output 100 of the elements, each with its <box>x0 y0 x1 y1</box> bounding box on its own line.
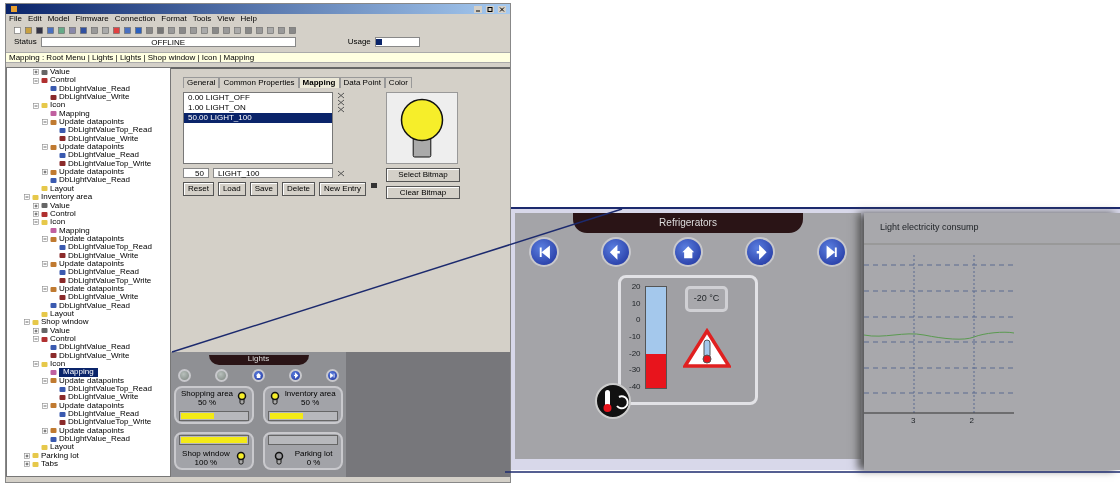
tree-item[interactable]: Mapping <box>59 368 98 377</box>
collapse-icon[interactable] <box>42 261 48 268</box>
collapse-icon[interactable] <box>24 319 30 326</box>
tree-item[interactable]: DbLightValue_Read <box>68 151 139 160</box>
tree-item[interactable]: Value <box>50 68 70 77</box>
tree-item[interactable]: Update datapoints <box>59 284 124 294</box>
tree-item[interactable]: Inventory area <box>41 193 93 202</box>
menu-item[interactable]: View <box>214 15 238 23</box>
tree-item[interactable]: DbLightValue_Read <box>59 343 130 352</box>
tree-item[interactable]: DbLightValueTop_Read <box>68 126 152 135</box>
tree-item[interactable]: DbLightValueTop_Write <box>68 159 152 169</box>
tab[interactable]: Data Point <box>339 77 385 88</box>
tree-item[interactable]: DbLightValue_Read <box>59 301 130 310</box>
value-field[interactable]: 50 <box>183 168 209 178</box>
tree-item[interactable]: Control <box>50 76 76 85</box>
tree-item[interactable]: DbLightValue_Read <box>68 410 139 419</box>
breadcrumb-path[interactable]: Mapping : Root Menu | Lights | Lights | Shop window | Icon | Mapping <box>6 52 510 63</box>
collapse-icon[interactable] <box>33 361 39 368</box>
tree-item[interactable]: DbLightValue_Read <box>59 84 130 94</box>
tree-item[interactable]: DbLightValue_Write <box>68 251 139 260</box>
button[interactable]: Delete <box>281 182 316 196</box>
tab[interactable]: General <box>183 77 220 88</box>
expand-icon[interactable] <box>42 169 48 176</box>
next-button[interactable] <box>745 237 775 267</box>
tree-item[interactable]: Update datapoints <box>59 118 124 127</box>
collapse-icon[interactable] <box>33 336 39 343</box>
maximize-icon[interactable] <box>486 5 494 13</box>
list-item[interactable]: 1.00 LIGHT_ON <box>184 103 332 113</box>
menu-item[interactable]: Format <box>158 15 190 23</box>
tree-item[interactable]: Icon <box>50 101 66 110</box>
minimize-icon[interactable] <box>474 5 482 13</box>
close-icon[interactable] <box>498 5 506 13</box>
tree-item[interactable]: Tabs <box>41 460 58 469</box>
tree-item[interactable]: Icon <box>50 218 66 227</box>
next-button[interactable] <box>289 369 302 382</box>
tree-item[interactable]: Icon <box>50 360 66 369</box>
tree-item[interactable]: DbLightValueTop_Read <box>68 385 152 394</box>
button[interactable]: Save <box>249 182 278 196</box>
collapse-icon[interactable] <box>33 77 39 84</box>
name-field[interactable]: LIGHT_100 <box>213 168 333 178</box>
tree-item[interactable]: DbLightValueTop_Write <box>68 276 152 285</box>
tree-item[interactable]: DbLightValue_Read <box>68 268 139 277</box>
expand-icon[interactable] <box>24 461 30 468</box>
expand-icon[interactable] <box>33 202 39 209</box>
last-page-button[interactable] <box>817 237 847 267</box>
tree-item[interactable]: DbLightValue_Read <box>59 435 130 444</box>
thermometer-refresh-icon[interactable] <box>595 383 631 419</box>
tree-item[interactable]: Update datapoints <box>59 168 124 177</box>
tree-item[interactable]: DbLightValueTop_Read <box>68 243 152 252</box>
collapse-icon[interactable] <box>42 236 48 243</box>
menu-item[interactable]: Model <box>44 15 73 23</box>
home-button[interactable] <box>673 237 703 267</box>
tree-item[interactable]: DbLightValue_Write <box>68 134 139 144</box>
menu-item[interactable]: Connection <box>111 15 159 23</box>
menu-item[interactable]: Firmware <box>72 15 112 23</box>
tree-item[interactable]: Control <box>50 209 76 219</box>
tab[interactable]: Color <box>384 77 412 88</box>
expand-icon[interactable] <box>42 427 48 434</box>
tree-item[interactable]: Update datapoints <box>59 259 124 269</box>
collapse-icon[interactable] <box>33 102 39 109</box>
tree-item[interactable]: DbLightValueTop_Write <box>68 418 152 427</box>
expand-icon[interactable] <box>33 211 39 217</box>
tree-item[interactable]: Layout <box>50 309 75 319</box>
tab[interactable]: Common Properties <box>219 77 299 88</box>
tree-item[interactable]: DbLightValue_Write <box>59 93 130 102</box>
tree-item[interactable]: DbLightValue_Write <box>68 293 139 302</box>
collapse-icon[interactable] <box>42 286 48 293</box>
collapse-icon[interactable] <box>42 144 48 151</box>
tree-item[interactable]: Update datapoints <box>59 426 124 436</box>
list-item[interactable]: 0.00 LIGHT_OFF <box>184 93 332 103</box>
collapse-icon[interactable] <box>42 402 48 409</box>
tree-item[interactable]: Mapping <box>59 109 90 119</box>
last-page-button[interactable] <box>326 369 339 382</box>
tree-item[interactable]: Value <box>50 201 70 210</box>
collapse-icon[interactable] <box>33 219 39 226</box>
menu-item[interactable]: Tools <box>189 15 215 23</box>
tree-item[interactable]: Parking lot <box>41 451 79 461</box>
menu-item[interactable]: File <box>6 15 25 23</box>
tree-item[interactable]: Layout <box>50 443 75 452</box>
tree-item[interactable]: Update datapoints <box>59 234 124 244</box>
tab[interactable]: Mapping <box>298 77 340 88</box>
tree-item[interactable]: Control <box>50 335 76 344</box>
expand-icon[interactable] <box>24 453 30 459</box>
button[interactable]: Load <box>217 182 246 196</box>
tree-item[interactable]: Layout <box>50 184 75 194</box>
button[interactable]: Select Bitmap <box>385 168 460 182</box>
tree-item[interactable]: DbLightValue_Write <box>59 351 130 361</box>
expand-icon[interactable] <box>33 69 39 76</box>
menu-item[interactable]: Edit <box>24 15 45 23</box>
tree-item[interactable]: Shop window <box>41 318 89 327</box>
tree-item[interactable]: DbLightValue_Read <box>59 176 130 185</box>
button[interactable]: Reset <box>183 182 214 196</box>
tree-item[interactable]: Update datapoints <box>59 376 124 386</box>
button[interactable]: Clear Bitmap <box>385 185 460 200</box>
tree-item[interactable]: Update datapoints <box>59 143 124 152</box>
tree-item[interactable]: Value <box>50 326 70 335</box>
collapse-icon[interactable] <box>42 119 48 126</box>
button[interactable]: New Entry <box>319 182 366 196</box>
collapse-icon[interactable] <box>42 377 48 384</box>
tree-item[interactable]: DbLightValue_Write <box>68 393 139 402</box>
